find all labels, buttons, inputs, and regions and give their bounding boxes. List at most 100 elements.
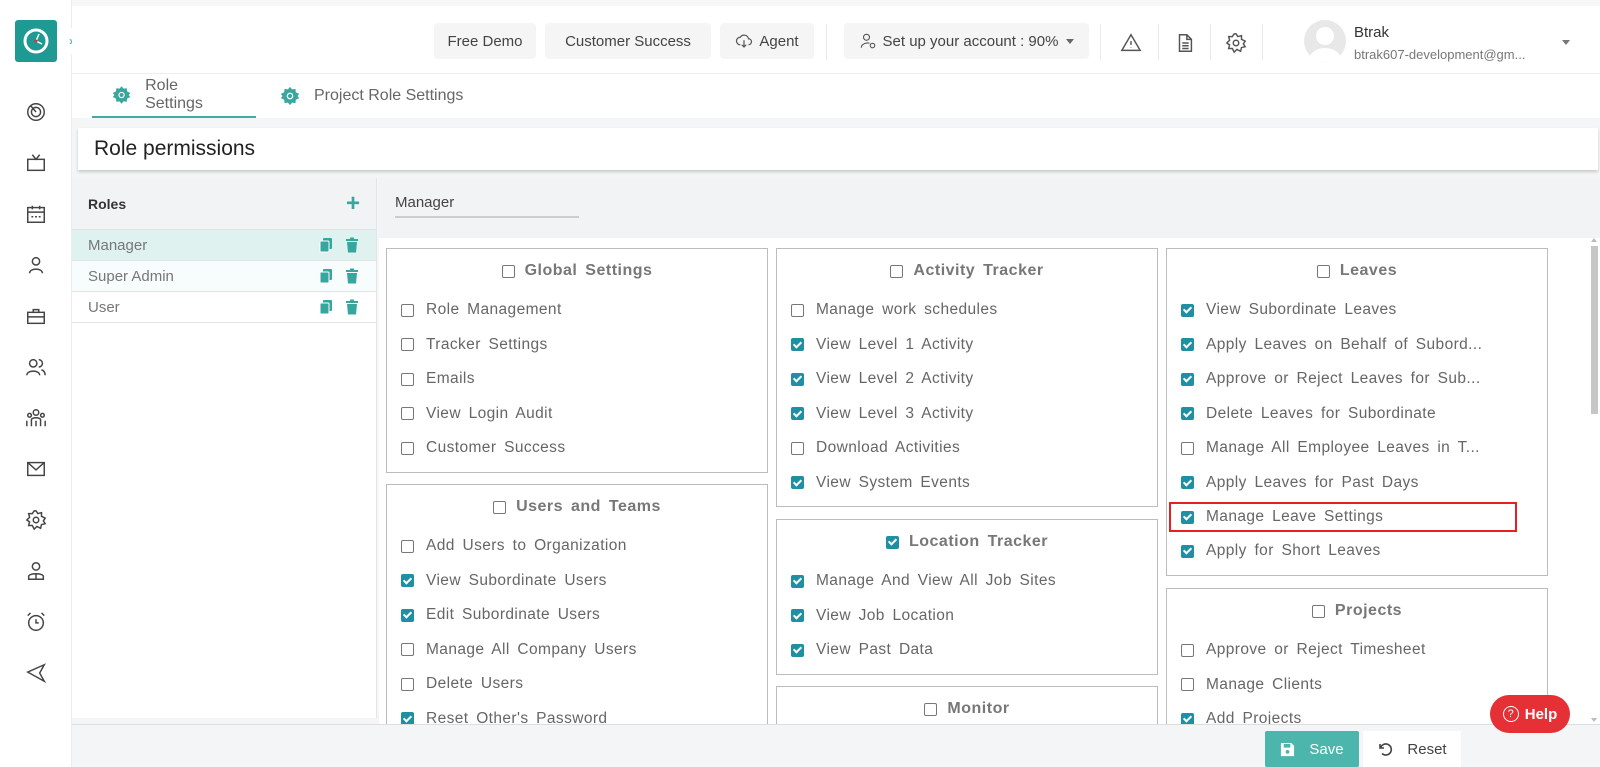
permission-checkbox[interactable] [1181,643,1194,657]
group-checkbox[interactable] [1316,264,1330,278]
settings-icon[interactable] [1224,31,1248,55]
permission-checkbox[interactable] [1181,712,1194,724]
avatar[interactable] [1304,20,1346,62]
permission-checkbox[interactable] [1181,407,1194,421]
profile-icon[interactable] [22,557,50,585]
briefcase-icon[interactable] [22,302,50,330]
tv-icon[interactable] [22,149,50,177]
permission-item[interactable]: View Subordinate Leaves [1167,293,1547,328]
permission-checkbox[interactable] [1181,510,1194,524]
permission-checkbox[interactable] [1181,544,1194,558]
team-icon[interactable] [22,404,50,432]
permission-checkbox[interactable] [401,712,414,724]
permission-item[interactable]: Approve or Reject Timesheet [1167,633,1547,668]
document-icon[interactable] [1173,31,1197,55]
delete-icon[interactable] [344,268,360,284]
permission-checkbox[interactable] [791,643,804,657]
permission-checkbox[interactable] [401,407,414,421]
permission-item[interactable]: Edit Subordinate Users [387,598,767,633]
permission-checkbox[interactable] [791,441,804,455]
warning-icon[interactable] [1119,31,1143,55]
permission-item[interactable]: Approve or Reject Leaves for Sub... [1167,362,1547,397]
permission-checkbox[interactable] [401,539,414,553]
permission-checkbox[interactable] [791,338,804,352]
alarm-icon[interactable] [22,608,50,636]
permission-item[interactable]: Add Users to Organization [387,529,767,564]
group-checkbox[interactable] [890,264,904,278]
scroll-down-icon[interactable] [1591,718,1597,722]
send-icon[interactable] [22,659,50,687]
permission-item[interactable]: View Past Data [777,633,1157,668]
permission-checkbox[interactable] [791,574,804,588]
app-logo[interactable] [15,20,57,62]
permission-item[interactable]: View Level 1 Activity [777,328,1157,363]
group-checkbox[interactable] [924,702,938,716]
permission-checkbox[interactable] [1181,678,1194,692]
permission-item[interactable]: Manage All Employee Leaves in T... [1167,431,1547,466]
group-checkbox[interactable] [493,500,507,514]
permission-checkbox[interactable] [401,677,414,691]
calendar-icon[interactable] [22,200,50,228]
dashboard-icon[interactable] [22,98,50,126]
permission-item[interactable]: Download Activities [777,431,1157,466]
mail-icon[interactable] [22,455,50,483]
permission-item[interactable]: View Level 2 Activity [777,362,1157,397]
permission-item[interactable]: Manage And View All Job Sites [777,564,1157,599]
permission-item[interactable]: Delete Users [387,667,767,702]
permission-checkbox[interactable] [401,643,414,657]
permission-item[interactable]: Apply Leaves on Behalf of Subord... [1167,328,1547,363]
permission-item[interactable]: View Job Location [777,599,1157,634]
save-button[interactable]: Save [1265,731,1359,767]
user-icon[interactable] [22,251,50,279]
group-checkbox[interactable] [885,535,899,549]
delete-icon[interactable] [344,237,360,253]
permission-item[interactable]: Delete Leaves for Subordinate [1167,397,1547,432]
permission-checkbox[interactable] [401,441,414,455]
users-icon[interactable] [22,353,50,381]
settings-icon[interactable] [22,506,50,534]
free-demo-button[interactable]: Free Demo [434,23,536,59]
customer-success-button[interactable]: Customer Success [545,23,711,59]
group-checkbox[interactable] [501,264,515,278]
copy-icon[interactable] [318,268,334,284]
permission-checkbox[interactable] [1181,441,1194,455]
permission-item[interactable]: Manage Leave Settings [1169,502,1517,532]
permission-item[interactable]: Role Management [387,293,767,328]
role-list-item[interactable]: Manager [72,230,376,261]
permission-checkbox[interactable] [791,476,804,490]
permission-checkbox[interactable] [791,407,804,421]
agent-button[interactable]: Agent [720,23,814,59]
role-list-item[interactable]: User [72,292,376,323]
tab-role-settings[interactable]: Role Settings [92,74,256,118]
permission-checkbox[interactable] [1181,476,1194,490]
permission-item[interactable]: View Login Audit [387,397,767,432]
permission-item[interactable]: Manage Clients [1167,668,1547,703]
permission-checkbox[interactable] [1181,303,1194,317]
copy-icon[interactable] [318,299,334,315]
permission-checkbox[interactable] [1181,372,1194,386]
role-list-item[interactable]: Super Admin [72,261,376,292]
permission-checkbox[interactable] [791,303,804,317]
delete-icon[interactable] [344,299,360,315]
permission-item[interactable]: Manage work schedules [777,293,1157,328]
permission-checkbox[interactable] [401,303,414,317]
scrollbar[interactable] [1590,238,1600,724]
group-checkbox[interactable] [1311,604,1325,618]
permission-checkbox[interactable] [791,372,804,386]
tab-project-role-settings[interactable]: Project Role Settings [260,74,483,118]
role-name-input[interactable] [395,188,579,218]
permission-item[interactable]: Apply for Short Leaves [1167,534,1547,569]
permission-item[interactable]: Reset Other's Password [387,702,767,724]
permission-checkbox[interactable] [401,608,414,622]
permission-checkbox[interactable] [1181,338,1194,352]
scroll-up-icon[interactable] [1591,238,1597,242]
permission-item[interactable]: Manage All Company Users [387,633,767,668]
copy-icon[interactable] [318,237,334,253]
reset-button[interactable]: Reset [1363,731,1461,767]
setup-account-dropdown[interactable]: Set up your account : 90% [844,23,1089,59]
permission-checkbox[interactable] [401,372,414,386]
add-role-button[interactable]: + [346,191,360,216]
permission-item[interactable]: View Subordinate Users [387,564,767,599]
permission-checkbox[interactable] [791,609,804,623]
help-button[interactable]: ? Help [1490,695,1570,733]
